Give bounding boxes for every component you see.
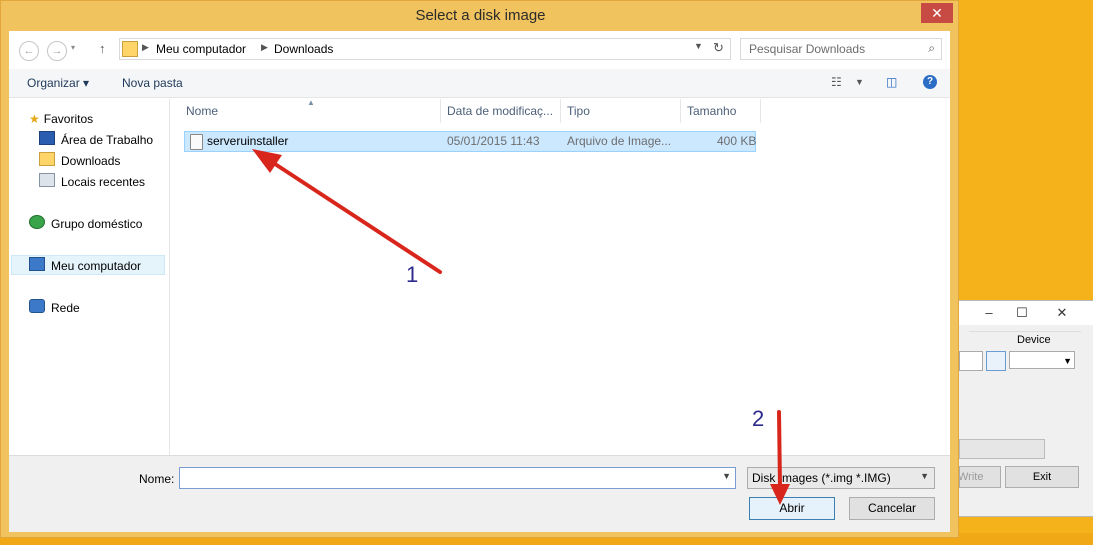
- annotation-arrow-1: [252, 149, 442, 274]
- annotation-step-1: 1: [406, 262, 419, 287]
- annotation-overlay: [252, 149, 790, 505]
- annotation-step-2: 2: [752, 406, 765, 431]
- annotation-arrow-2: [770, 410, 790, 505]
